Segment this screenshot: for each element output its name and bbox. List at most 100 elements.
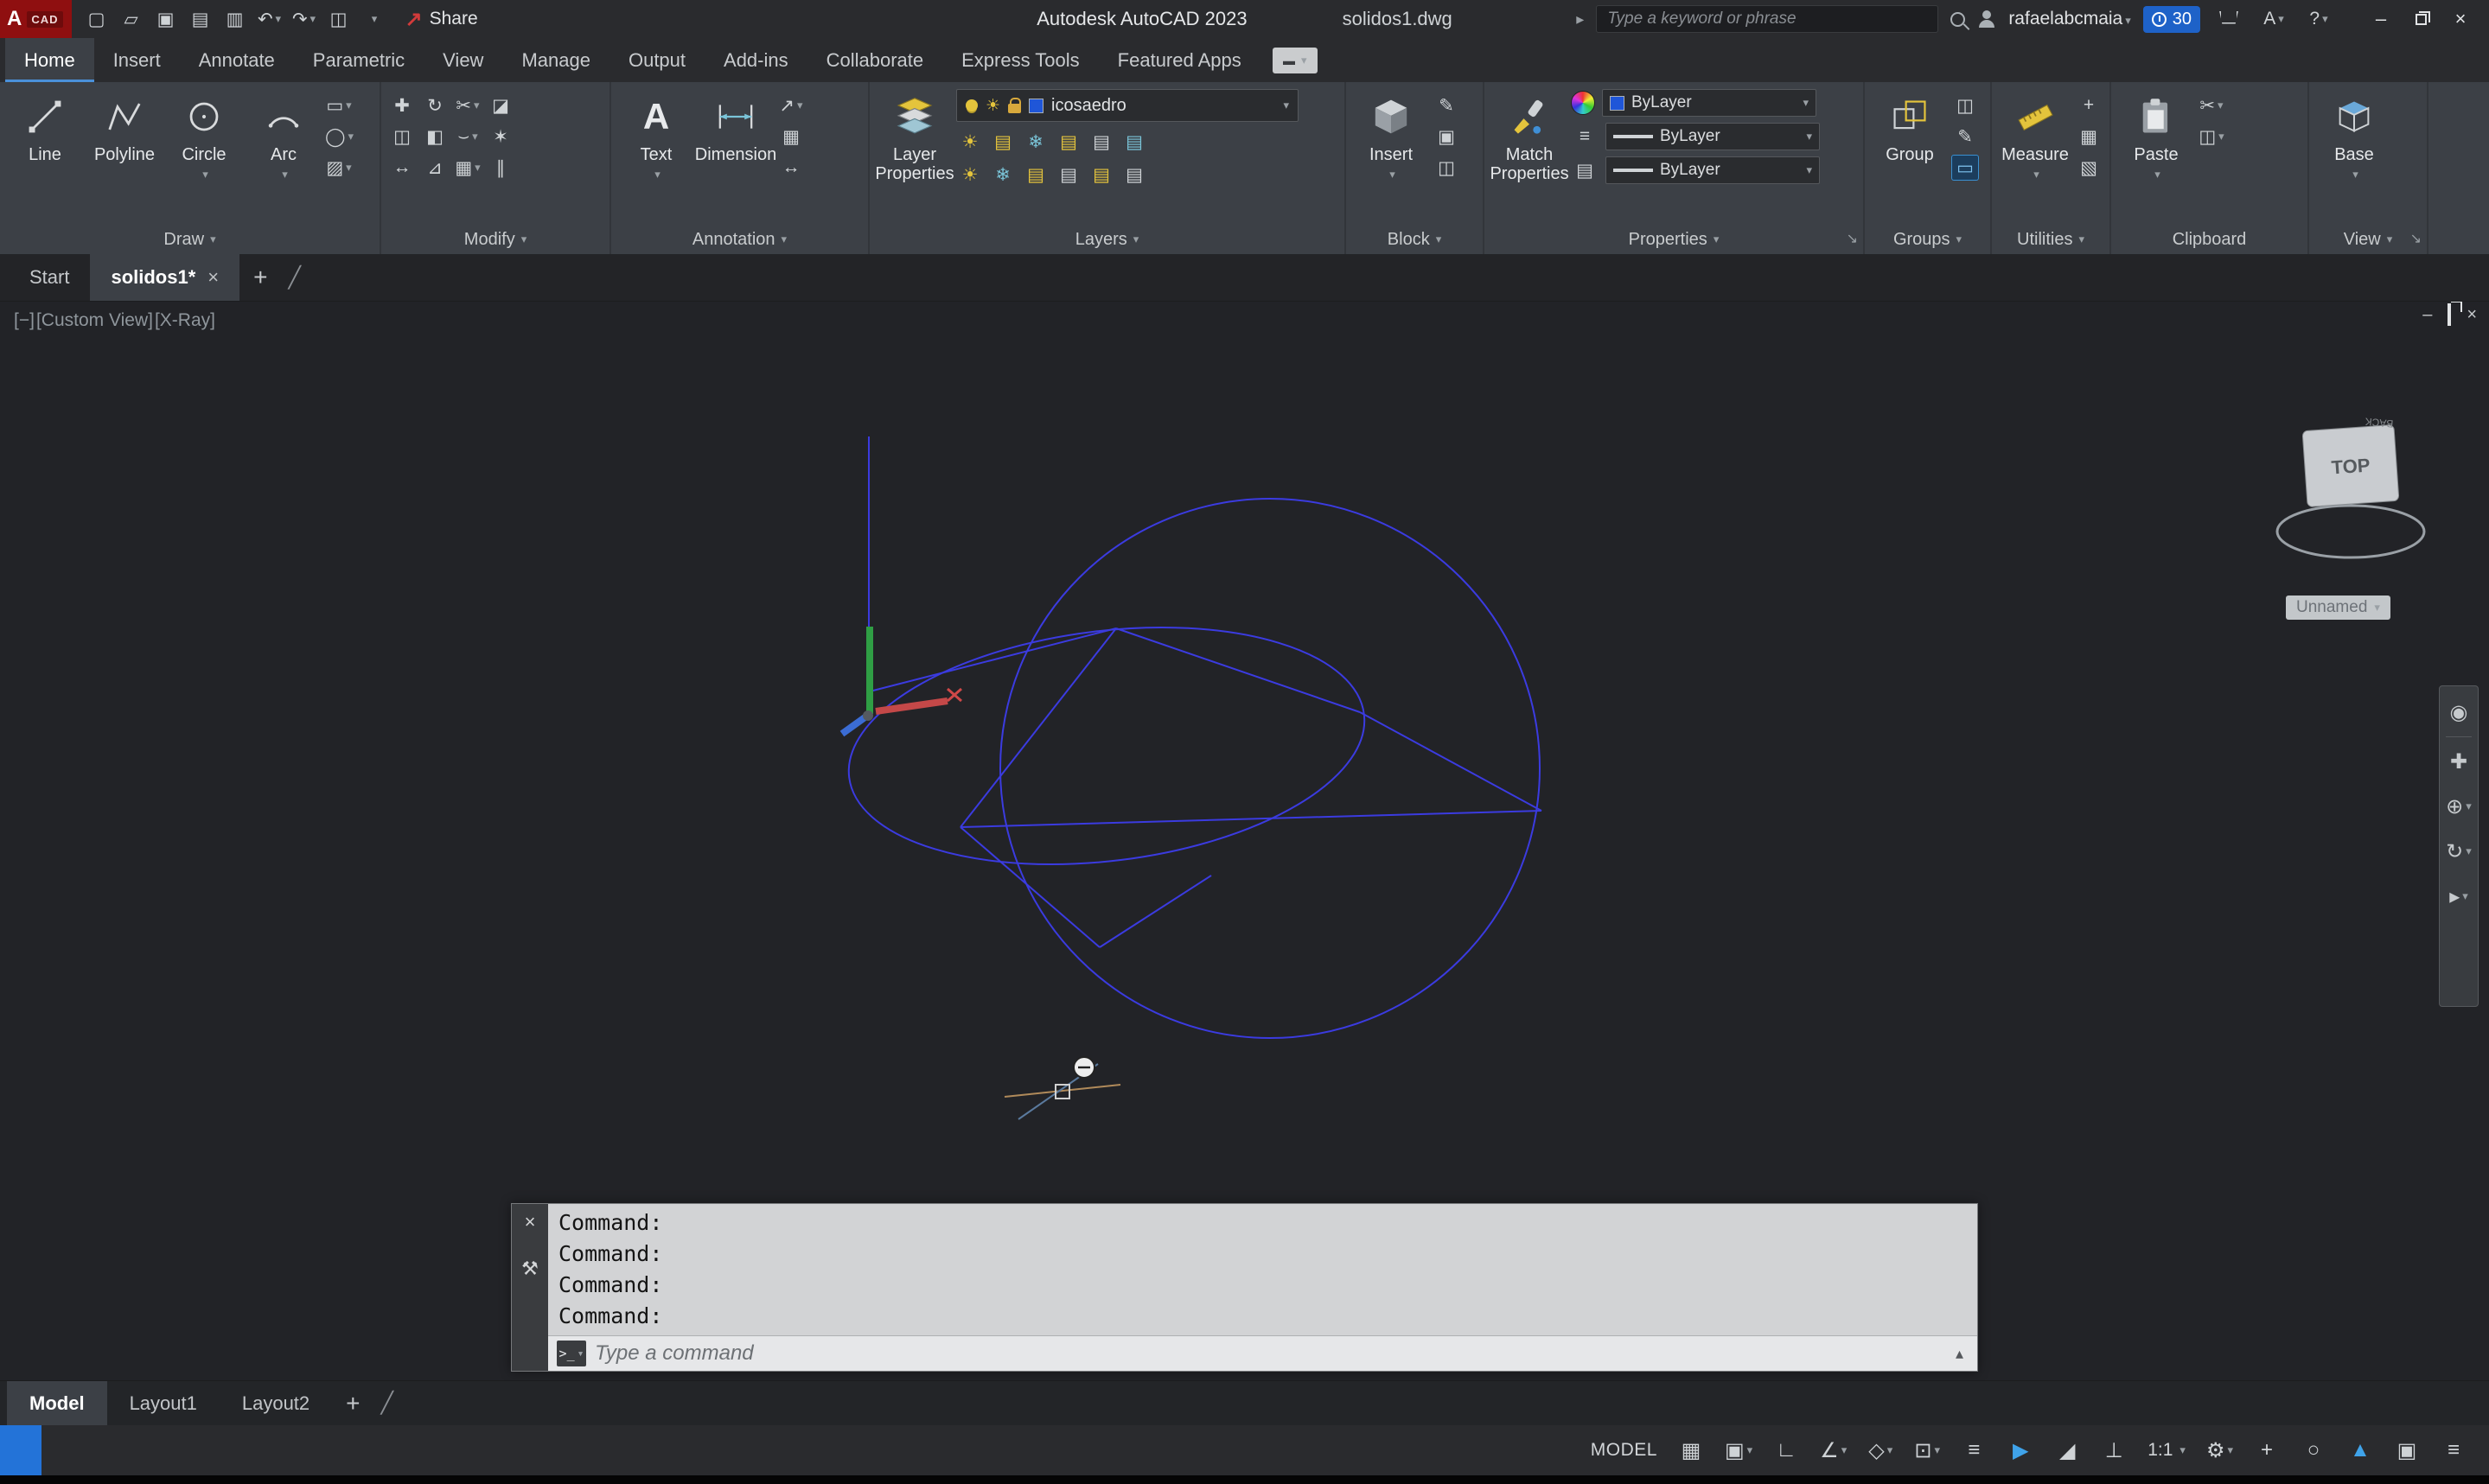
grid-toggle-icon[interactable]: ▦: [1678, 1434, 1704, 1467]
showmotion-icon[interactable]: ▸: [2441, 876, 2476, 917]
panel-label-layers[interactable]: Layers: [870, 225, 1344, 254]
dimension-style-button[interactable]: ↔: [777, 155, 805, 181]
object-snap-icon[interactable]: ⊡: [1914, 1434, 1940, 1467]
layout-tab-layout2[interactable]: Layout2: [220, 1381, 332, 1425]
file-tab-start[interactable]: Start: [9, 254, 90, 301]
redo-button[interactable]: ↷: [288, 3, 321, 35]
add-status-icon[interactable]: +: [2254, 1434, 2280, 1467]
array-button[interactable]: ▦: [454, 155, 482, 181]
lineweight-list-icon[interactable]: ≡: [1571, 124, 1599, 150]
explode-button[interactable]: ✶: [487, 124, 514, 150]
panel-label-block[interactable]: Block: [1346, 225, 1483, 254]
layer-isolate-button[interactable]: ▤: [989, 129, 1017, 155]
tab-express-tools[interactable]: Express Tools: [942, 38, 1099, 82]
scale-button[interactable]: ⊿: [421, 155, 449, 181]
tab-home[interactable]: Home: [5, 38, 94, 82]
panel-label-draw[interactable]: Draw: [0, 225, 380, 254]
file-tab-solidos1[interactable]: solidos1* ×: [90, 254, 239, 301]
command-expand-icon[interactable]: ▴: [1956, 1345, 1969, 1363]
search-icon[interactable]: [1950, 12, 1965, 27]
drawing-viewport[interactable]: [−] [Custom View] [X-Ray] – ×: [0, 302, 2489, 1380]
trial-countdown-badge[interactable]: 30: [2143, 6, 2200, 33]
app-store-cart-button[interactable]: [2212, 3, 2245, 35]
layer-properties-button[interactable]: Layer Properties: [877, 89, 953, 225]
quick-calc-button[interactable]: ▦: [2075, 124, 2103, 150]
zoom-icon[interactable]: ⊕: [2441, 786, 2476, 827]
snap-mode-icon[interactable]: ▣: [1725, 1434, 1752, 1467]
linetype-list-icon[interactable]: ▤: [1571, 157, 1599, 183]
copy-clip-button[interactable]: ◫: [2198, 124, 2225, 150]
layer-on-all-button[interactable]: ☀: [956, 162, 984, 188]
base-button[interactable]: Base: [2316, 89, 2392, 225]
tab-annotate[interactable]: Annotate: [180, 38, 294, 82]
tab-manage[interactable]: Manage: [502, 38, 609, 82]
properties-dialog-launcher[interactable]: ↘: [1847, 230, 1858, 247]
ellipse-button[interactable]: ◯: [325, 124, 354, 150]
rotate-button[interactable]: ↻: [421, 92, 449, 118]
polar-tracking-icon[interactable]: ∠: [1820, 1434, 1847, 1467]
minimize-button[interactable]: –: [2361, 0, 2401, 38]
new-drawing-tab-button[interactable]: +: [239, 254, 281, 301]
table-button[interactable]: ▦: [777, 124, 805, 150]
dimension-button[interactable]: Dimension: [698, 89, 774, 225]
layer-current-button[interactable]: ▤: [1088, 162, 1115, 188]
object-color-dropdown[interactable]: ByLayer ▾: [1602, 89, 1816, 117]
panel-label-annotation[interactable]: Annotation: [611, 225, 868, 254]
help-button[interactable]: ?: [2302, 3, 2335, 35]
clean-screen-icon[interactable]: ▣: [2394, 1434, 2420, 1467]
search-history-icon[interactable]: ▸: [1576, 10, 1584, 29]
share-button[interactable]: ↗ Share: [405, 7, 478, 32]
id-point-button[interactable]: +: [2075, 92, 2103, 118]
username[interactable]: rafaelabcmaia: [2008, 9, 2130, 29]
mirror-button[interactable]: ◧: [421, 124, 449, 150]
restore-button[interactable]: [2401, 0, 2441, 38]
linetype-dropdown[interactable]: ByLayer ▾: [1605, 156, 1820, 184]
ribbon-collapse-button[interactable]: ▬: [1273, 48, 1318, 73]
copy-button[interactable]: ◫: [388, 124, 416, 150]
define-attributes-button[interactable]: ✎: [1433, 92, 1460, 118]
insert-block-button[interactable]: Insert: [1353, 89, 1429, 225]
layout-tab-model[interactable]: Model: [7, 1381, 107, 1425]
panel-label-modify[interactable]: Modify: [381, 225, 609, 254]
layer-lock-button[interactable]: ▤: [1055, 129, 1082, 155]
group-button[interactable]: Group: [1872, 89, 1948, 225]
arc-button[interactable]: Arc: [246, 89, 322, 225]
move-button[interactable]: ✚: [388, 92, 416, 118]
color-wheel-icon[interactable]: [1571, 91, 1595, 115]
command-window[interactable]: × ⚒ Command: Command: Command: Command: …: [511, 1203, 1978, 1372]
named-view-dropdown[interactable]: Unnamed ▾: [2286, 596, 2390, 620]
panel-label-view[interactable]: View: [2309, 225, 2427, 254]
layer-match-button[interactable]: ▤: [1088, 129, 1115, 155]
cut-button[interactable]: ✂: [2198, 92, 2225, 118]
selection-cycling-icon[interactable]: ▶: [2007, 1434, 2033, 1467]
isodraft-icon[interactable]: ◇: [1867, 1434, 1893, 1467]
match-properties-button[interactable]: Match Properties: [1491, 89, 1567, 225]
layer-unlock-all-button[interactable]: ▤: [1022, 162, 1050, 188]
ortho-mode-icon[interactable]: ∟: [1773, 1434, 1799, 1467]
stretch-button[interactable]: ↔: [388, 155, 416, 181]
group-edit-button[interactable]: ✎: [1951, 124, 1979, 150]
command-prompt-icon[interactable]: >_: [557, 1341, 586, 1366]
text-button[interactable]: A Text: [618, 89, 694, 225]
group-selection-toggle[interactable]: ▭: [1951, 155, 1979, 181]
status-menu-icon[interactable]: ≡: [2441, 1434, 2467, 1467]
save-as-button[interactable]: ▤: [184, 3, 217, 35]
paste-button[interactable]: Paste: [2118, 89, 2194, 225]
layer-walk-button[interactable]: ▤: [1120, 162, 1148, 188]
hatch-button[interactable]: ▨: [325, 155, 353, 181]
orbit-icon[interactable]: ↻: [2441, 831, 2476, 872]
lineweight-dropdown[interactable]: ByLayer ▾: [1605, 123, 1820, 150]
rectangle-button[interactable]: ▭: [325, 92, 353, 118]
undo-button[interactable]: ↶: [253, 3, 286, 35]
layer-thaw-all-button[interactable]: ❄: [989, 162, 1017, 188]
model-space-label[interactable]: MODEL: [1591, 1440, 1657, 1461]
view-dialog-launcher[interactable]: ↘: [2410, 230, 2422, 247]
panel-label-properties[interactable]: Properties: [1484, 225, 1863, 254]
layer-selector-dropdown[interactable]: ☀ icosaedro ▾: [956, 89, 1299, 122]
close-button[interactable]: ×: [2441, 0, 2480, 38]
dynamic-ucs-icon[interactable]: ⊥: [2101, 1434, 2127, 1467]
sheet-set-button[interactable]: ◫: [322, 3, 355, 35]
pan-icon[interactable]: ✚: [2441, 741, 2476, 782]
tab-collaborate[interactable]: Collaborate: [807, 38, 943, 82]
polyline-button[interactable]: Polyline: [86, 89, 163, 225]
